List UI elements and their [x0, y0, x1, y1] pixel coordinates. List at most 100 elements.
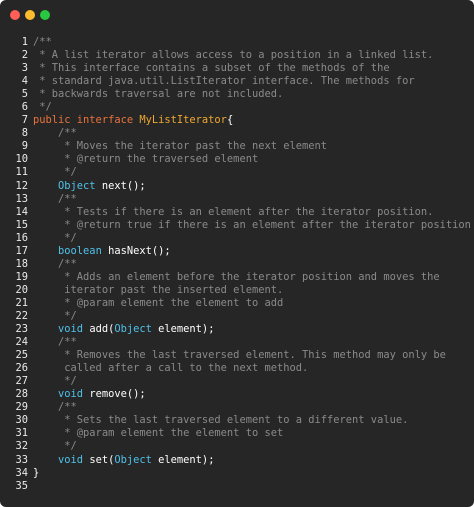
code-line: 27 */	[0, 375, 474, 388]
code-token: /**	[33, 401, 77, 414]
code-text: * Tests if there is an element after the…	[33, 206, 433, 219]
code-text: * A list iterator allows access to a pos…	[33, 49, 433, 62]
line-number: 31	[15, 427, 28, 440]
code-line: 10 * @return the traversed element	[0, 153, 474, 166]
code-token: /**	[33, 127, 77, 140]
code-text: called after a call to the next method.	[33, 362, 308, 375]
line-number: 6	[21, 101, 28, 114]
line-number: 12	[15, 179, 28, 192]
code-text: Object next();	[33, 180, 146, 193]
line-number: 16	[15, 231, 28, 244]
code-token: /**	[33, 336, 77, 349]
code-line: 3 * This interface contains a subset of …	[0, 62, 474, 75]
line-number: 29	[15, 401, 28, 414]
line-number: 3	[21, 62, 28, 75]
code-token: */	[33, 231, 77, 244]
code-line: 19 * Adds an element before the iterator…	[0, 271, 474, 284]
code-text: /**	[33, 36, 52, 49]
code-text: * Removes the last traversed element. Th…	[33, 349, 446, 362]
code-line: 4 * standard java.util.ListIterator inte…	[0, 75, 474, 88]
code-text: * backwards traversal are not included.	[33, 88, 283, 101]
code-token: */	[33, 440, 77, 453]
code-text: boolean hasNext();	[33, 245, 171, 258]
code-line: 15 * @return true if there is an element…	[0, 219, 474, 232]
line-number: 14	[15, 205, 28, 218]
code-editor[interactable]: 1/** 2 * A list iterator allows access to…	[0, 36, 474, 493]
code-token: void	[58, 388, 84, 401]
line-number: 33	[15, 453, 28, 466]
code-text: * @param element the element to set	[33, 427, 283, 440]
code-line: 7 public interface MyListIterator{	[0, 114, 474, 127]
code-token: * @param element the element to set	[33, 427, 284, 440]
code-line: 28 void remove();	[0, 388, 474, 401]
code-token: called after a call to the next method.	[33, 362, 309, 375]
line-number: 18	[15, 257, 28, 270]
code-text: * standard java.util.ListIterator interf…	[33, 75, 415, 88]
code-text: /**	[33, 258, 77, 271]
code-token: MyListIterator	[139, 114, 227, 127]
maximize-button[interactable]	[40, 10, 50, 20]
code-token: /**	[33, 257, 77, 270]
code-text: void set(Object element);	[33, 454, 214, 467]
code-line: 8 /**	[0, 127, 474, 140]
code-line: 16 */	[0, 232, 474, 245]
code-line: 29 /**	[0, 401, 474, 414]
code-line: 9 * Moves the iterator past the next ele…	[0, 140, 474, 153]
line-number: 23	[15, 323, 28, 336]
code-token: * Tests if there is an element after the…	[33, 205, 434, 218]
line-number: 15	[15, 218, 28, 231]
code-line: 26 called after a call to the next metho…	[0, 362, 474, 375]
code-text: */	[33, 310, 77, 323]
code-text: * @return the traversed element	[33, 153, 258, 166]
code-line: 6 */	[0, 101, 474, 114]
code-line: 14 * Tests if there is an element after …	[0, 206, 474, 219]
code-token: */	[33, 166, 77, 179]
code-token: }	[33, 466, 40, 479]
code-line: 33 void set(Object element);	[0, 454, 474, 467]
title-bar	[0, 0, 474, 30]
code-text: /**	[33, 401, 77, 414]
code-token: * standard java.util.ListIterator interf…	[33, 75, 415, 88]
line-number: 32	[15, 440, 28, 453]
code-token: boolean	[58, 244, 102, 257]
code-token: remove();	[83, 388, 146, 401]
code-token: * Sets the last traversed element to a d…	[33, 414, 409, 427]
code-token: Object	[58, 179, 96, 192]
code-token: * A list iterator allows access to a pos…	[33, 49, 434, 62]
code-line: 22 */	[0, 310, 474, 323]
line-number: 9	[21, 140, 28, 153]
code-token: Object	[114, 453, 152, 466]
code-line: 24 /**	[0, 336, 474, 349]
code-token: hasNext();	[101, 244, 171, 257]
line-number: 30	[15, 414, 28, 427]
minimize-button[interactable]	[25, 10, 35, 20]
close-button[interactable]	[10, 10, 20, 20]
code-token: * Moves the iterator past the next eleme…	[33, 140, 328, 153]
code-token: * Adds an element before the iterator po…	[33, 270, 440, 283]
code-line: 1 /**	[0, 36, 474, 49]
line-number: 28	[15, 388, 28, 401]
code-text: * @return true if there is an element af…	[33, 219, 471, 232]
code-text: */	[33, 166, 77, 179]
code-token: element);	[151, 323, 215, 336]
line-number: 22	[15, 309, 28, 322]
code-text: iterator past the inserted element.	[33, 284, 283, 297]
code-text: void remove();	[33, 388, 146, 401]
code-text: * This interface contains a subset of th…	[33, 62, 389, 75]
line-number: 2	[21, 49, 28, 62]
line-number: 25	[15, 349, 28, 362]
code-text: * Adds an element before the iterator po…	[33, 270, 440, 284]
code-token: {	[226, 114, 234, 127]
line-number: 19	[15, 270, 28, 283]
line-number: 8	[21, 127, 28, 140]
code-line: 23 void add(Object element);	[0, 323, 474, 336]
line-number: 17	[15, 244, 28, 257]
code-text: public interface MyListIterator{	[33, 114, 233, 127]
code-line: 12 Object next();	[0, 180, 474, 193]
code-text: */	[33, 375, 77, 388]
code-text: /**	[33, 336, 77, 349]
